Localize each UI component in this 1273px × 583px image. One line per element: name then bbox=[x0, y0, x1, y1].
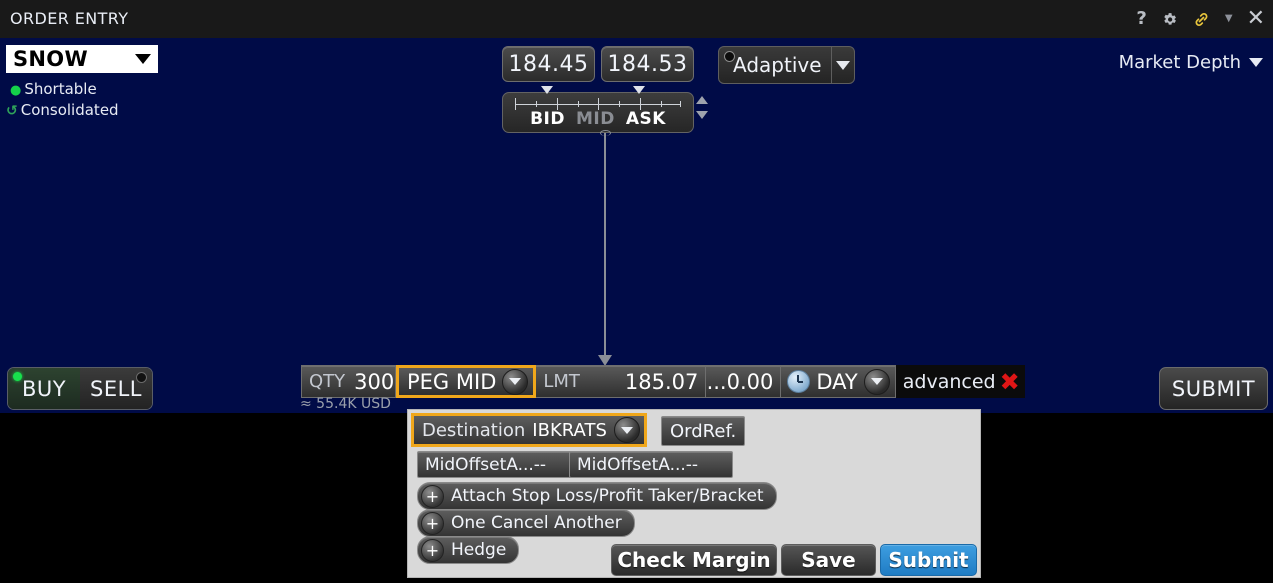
bid-price-box[interactable]: 184.45 bbox=[502, 46, 595, 82]
consolidated-status: ↺Consolidated bbox=[6, 101, 119, 119]
sell-led-icon bbox=[136, 372, 147, 383]
save-button[interactable]: Save bbox=[781, 544, 876, 576]
advanced-submit-button[interactable]: Submit bbox=[880, 544, 977, 576]
destination-dropdown-button[interactable] bbox=[614, 417, 640, 443]
buy-button[interactable]: BUY bbox=[8, 368, 80, 409]
market-depth-label: Market Depth bbox=[1119, 52, 1241, 73]
submit-order-button[interactable]: SUBMIT bbox=[1159, 367, 1268, 410]
radio-icon[interactable] bbox=[724, 51, 735, 62]
close-icon[interactable]: ✕ bbox=[1247, 8, 1265, 30]
plus-icon: + bbox=[421, 539, 444, 562]
slider-tick bbox=[578, 101, 579, 107]
destination-selector[interactable]: Destination IBKRATS bbox=[414, 416, 644, 444]
close-advanced-icon[interactable]: ✖ bbox=[1000, 370, 1020, 394]
status-dot-icon: ● bbox=[10, 83, 21, 98]
advanced-label: advanced bbox=[903, 371, 996, 393]
consolidated-label: Consolidated bbox=[21, 101, 119, 119]
slider-tick bbox=[536, 101, 537, 107]
stepper-down-icon[interactable] bbox=[696, 111, 708, 119]
symbol-value: SNOW bbox=[13, 47, 88, 71]
chevron-down-icon[interactable]: ▼ bbox=[1225, 14, 1233, 24]
shortable-label: Shortable bbox=[24, 80, 96, 98]
notional-value: ≈ 55.4K USD bbox=[300, 396, 391, 412]
buy-led-icon bbox=[13, 372, 22, 381]
slider-tick bbox=[661, 101, 662, 107]
advanced-tab[interactable]: advanced ✖ bbox=[896, 365, 1025, 398]
qty-label: QTY bbox=[309, 371, 345, 392]
slider-bid-label[interactable]: BID bbox=[530, 109, 565, 129]
slider-tick bbox=[680, 101, 681, 107]
quantity-field[interactable]: QTY 300 bbox=[301, 365, 396, 398]
shortable-status: ●Shortable bbox=[10, 80, 97, 98]
link-icon[interactable] bbox=[1192, 10, 1211, 29]
attach-oca-label: One Cancel Another bbox=[451, 513, 622, 533]
order-type-highlight: PEG MID bbox=[396, 365, 536, 398]
adaptive-label: Adaptive bbox=[719, 53, 831, 77]
window-title: ORDER ENTRY bbox=[10, 9, 128, 28]
qty-value: 300 bbox=[354, 370, 394, 394]
sell-label: SELL bbox=[90, 377, 142, 401]
order-entry-window: ORDER ENTRY ? ▼ ✕ bbox=[0, 0, 1273, 583]
refresh-circle-icon: ↺ bbox=[6, 103, 18, 119]
order-type-dropdown-button[interactable] bbox=[502, 369, 528, 395]
sell-button[interactable]: SELL bbox=[80, 368, 152, 409]
price-stepper[interactable] bbox=[694, 93, 710, 129]
clock-icon bbox=[787, 370, 810, 393]
order-type-label: PEG MID bbox=[407, 370, 496, 394]
adaptive-algo-selector[interactable]: Adaptive bbox=[718, 46, 855, 84]
aux-value: ...0.00 bbox=[707, 370, 774, 394]
order-type-selector[interactable]: PEG MID bbox=[399, 368, 533, 395]
mid-offset-field-2[interactable]: MidOffsetA...-- bbox=[569, 451, 733, 478]
advanced-panel: Destination IBKRATS OrdRef. MidOffsetA..… bbox=[407, 409, 981, 578]
plus-icon: + bbox=[421, 512, 444, 535]
ask-price-box[interactable]: 184.53 bbox=[601, 46, 694, 82]
attach-hedge-button[interactable]: + Hedge bbox=[417, 536, 519, 564]
tif-label: DAY bbox=[816, 370, 857, 394]
slider-ask-label[interactable]: ASK bbox=[626, 109, 666, 129]
tif-dropdown-button[interactable] bbox=[864, 369, 890, 395]
limit-value: 185.07 bbox=[625, 370, 698, 394]
attach-bracket-button[interactable]: + Attach Stop Loss/Profit Taker/Bracket bbox=[417, 482, 777, 510]
attach-hedge-label: Hedge bbox=[451, 540, 506, 560]
limit-label: LMT bbox=[543, 371, 580, 392]
bid-marker-icon bbox=[541, 86, 553, 94]
gear-icon[interactable] bbox=[1161, 11, 1178, 28]
adaptive-dropdown-button[interactable] bbox=[831, 47, 854, 83]
chevron-down-icon bbox=[135, 54, 151, 64]
slider-tick bbox=[619, 101, 620, 107]
destination-highlight: Destination IBKRATS bbox=[411, 413, 647, 447]
chevron-down-icon bbox=[836, 61, 850, 70]
order-reference-field[interactable]: OrdRef. bbox=[661, 416, 745, 446]
attach-oca-button[interactable]: + One Cancel Another bbox=[417, 509, 635, 537]
slider-labels: BID MID ASK bbox=[503, 109, 693, 129]
title-bar: ORDER ENTRY ? ▼ ✕ bbox=[0, 0, 1273, 38]
attach-bracket-label: Attach Stop Loss/Profit Taker/Bracket bbox=[451, 486, 764, 506]
order-parameters-row: QTY 300 PEG MID LMT 185.07 ...0.00 DAY a… bbox=[301, 365, 1025, 398]
aux-price-field[interactable]: ...0.00 bbox=[706, 365, 781, 398]
stepper-up-icon[interactable] bbox=[696, 96, 708, 104]
destination-label: Destination bbox=[422, 420, 525, 441]
market-depth-toggle[interactable]: Market Depth bbox=[1119, 52, 1263, 73]
buy-label: BUY bbox=[22, 377, 66, 401]
ask-marker-icon bbox=[633, 86, 645, 94]
buy-sell-toggle[interactable]: BUY SELL bbox=[7, 367, 153, 410]
help-icon[interactable]: ? bbox=[1136, 10, 1146, 28]
limit-price-field[interactable]: LMT 185.07 bbox=[536, 365, 706, 398]
mid-offset-field-1[interactable]: MidOffsetA...-- bbox=[417, 451, 581, 478]
title-bar-icons: ? ▼ ✕ bbox=[1136, 0, 1265, 38]
symbol-selector[interactable]: SNOW bbox=[6, 45, 158, 73]
check-margin-button[interactable]: Check Margin bbox=[611, 544, 777, 576]
plus-icon: + bbox=[421, 485, 444, 508]
slider-mid-label[interactable]: MID bbox=[576, 109, 615, 129]
chevron-down-icon bbox=[1249, 58, 1263, 67]
bid-mid-ask-slider[interactable]: BID MID ASK bbox=[502, 92, 694, 133]
price-connector-line bbox=[604, 133, 606, 361]
time-in-force-selector[interactable]: DAY bbox=[781, 365, 895, 398]
destination-value: IBKRATS bbox=[532, 420, 607, 441]
